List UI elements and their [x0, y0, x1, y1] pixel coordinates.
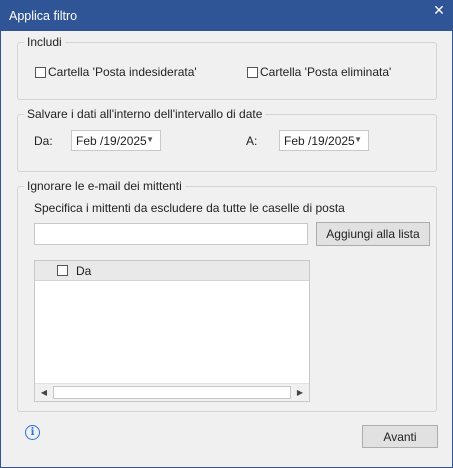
- deleted-folder-checkbox-box[interactable]: [247, 66, 258, 78]
- window-title: Applica filtro: [9, 9, 78, 23]
- from-date-picker[interactable]: Feb /19/2025 ▼: [71, 130, 161, 151]
- date-range-legend: Salvare i dati all'interno dell'interval…: [24, 107, 266, 121]
- deleted-folder-label: Cartella 'Posta eliminata': [260, 65, 392, 79]
- scroll-right-icon[interactable]: ▶: [292, 385, 308, 400]
- title-bar: Applica filtro ✕: [0, 0, 453, 31]
- from-date-value: Feb /19/2025: [76, 133, 147, 148]
- dialog-body: Includi Cartella 'Posta indesiderata' Ca…: [0, 31, 453, 468]
- next-button[interactable]: Avanti: [362, 425, 438, 448]
- from-date-label: Da:: [34, 134, 53, 148]
- senders-group: Ignorare le e-mail dei mittenti Specific…: [17, 179, 437, 412]
- deleted-folder-checkbox[interactable]: Cartella 'Posta eliminata': [247, 65, 391, 79]
- includi-legend: Includi: [24, 35, 65, 49]
- senders-list[interactable]: Da ◀ ▶: [34, 260, 310, 402]
- junk-folder-label: Cartella 'Posta indesiderata': [48, 65, 197, 79]
- to-date-label: A:: [246, 134, 258, 148]
- sender-input[interactable]: [34, 223, 308, 245]
- select-all-checkbox[interactable]: [57, 265, 68, 276]
- date-range-group: Salvare i dati all'interno dell'interval…: [17, 107, 437, 172]
- to-date-value: Feb /19/2025: [284, 133, 355, 148]
- includi-group: Includi Cartella 'Posta indesiderata' Ca…: [17, 35, 437, 100]
- senders-instruction: Specifica i mittenti da escludere da tut…: [34, 201, 345, 215]
- list-header: Da: [35, 261, 309, 281]
- junk-folder-checkbox-box[interactable]: [35, 66, 46, 78]
- junk-folder-checkbox[interactable]: Cartella 'Posta indesiderata': [35, 65, 197, 79]
- info-icon[interactable]: i: [25, 425, 40, 440]
- to-date-picker[interactable]: Feb /19/2025 ▼: [279, 130, 369, 151]
- horizontal-scrollbar[interactable]: ◀ ▶: [35, 383, 309, 401]
- add-to-list-button[interactable]: Aggiungi alla lista: [316, 222, 430, 246]
- close-icon[interactable]: ✕: [429, 2, 449, 20]
- senders-legend: Ignorare le e-mail dei mittenti: [24, 179, 185, 193]
- chevron-down-icon[interactable]: ▼: [354, 135, 362, 144]
- scroll-left-icon[interactable]: ◀: [36, 385, 52, 400]
- scrollbar-thumb[interactable]: [53, 386, 291, 399]
- list-header-da: Da: [76, 263, 92, 278]
- chevron-down-icon[interactable]: ▼: [146, 135, 154, 144]
